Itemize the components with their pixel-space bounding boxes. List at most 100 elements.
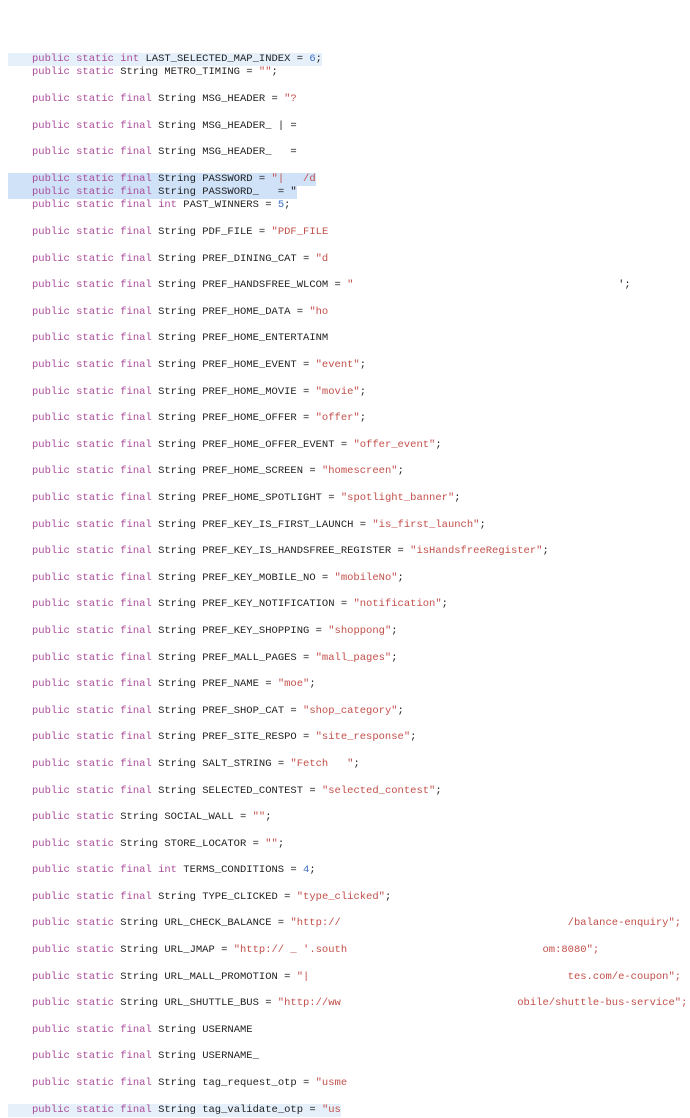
- type-keyword: int: [158, 199, 177, 211]
- keyword: final: [120, 864, 152, 876]
- semicolon: ;: [542, 545, 548, 557]
- keyword: public: [32, 492, 70, 504]
- code-line[interactable]: public static final String PREF_HOME_OFF…: [8, 412, 690, 425]
- code-line[interactable]: public static String URL_CHECK_BALANCE =…: [8, 917, 690, 930]
- code-line[interactable]: public static final String PREF_KEY_SHOP…: [8, 625, 690, 638]
- string-literal: "shoppong": [328, 625, 391, 637]
- keyword: static: [76, 811, 114, 823]
- code-line[interactable]: public static final int PAST_WINNERS = 5…: [8, 199, 690, 212]
- code-line[interactable]: public static final String PREF_HOME_DAT…: [8, 306, 690, 319]
- op: =: [335, 598, 354, 610]
- keyword: static: [76, 199, 114, 211]
- keyword: final: [120, 652, 152, 664]
- identifier: LAST_SELECTED_MAP_INDEX: [145, 53, 290, 65]
- identifier: tag_request_otp: [202, 1077, 297, 1089]
- code-line[interactable]: public static final String PREF_SITE_RES…: [8, 731, 690, 744]
- indent: [8, 465, 32, 478]
- code-line[interactable]: public static final String PREF_KEY_MOBI…: [8, 572, 690, 585]
- semicolon: ;: [360, 359, 366, 371]
- code-line[interactable]: public static final String tag_request_o…: [8, 1077, 690, 1090]
- code-line[interactable]: public static final String MSG_HEADER_ =: [8, 146, 690, 159]
- keyword: public: [32, 53, 70, 65]
- code-line[interactable]: public static final String SELECTED_CONT…: [8, 785, 690, 798]
- indent: [8, 386, 32, 399]
- code-line[interactable]: public static final String PREF_HANDSFRE…: [8, 279, 690, 292]
- keyword: final: [120, 279, 152, 291]
- code-line[interactable]: public static String URL_JMAP = "http://…: [8, 944, 690, 957]
- code-line[interactable]: public static final String PDF_FILE = "P…: [8, 226, 690, 239]
- keyword: static: [76, 545, 114, 557]
- string-literal-right: tes.com/e-coupon";: [568, 971, 681, 983]
- code-line[interactable]: public static final String PREF_MALL_PAG…: [8, 652, 690, 665]
- code-line[interactable]: public static final String TYPE_CLICKED …: [8, 891, 690, 904]
- keyword: final: [120, 678, 152, 690]
- keyword: static: [76, 306, 114, 318]
- keyword: public: [32, 519, 70, 531]
- keyword: public: [32, 1050, 70, 1062]
- code-line[interactable]: public static final String PREF_SHOP_CAT…: [8, 705, 690, 718]
- keyword: final: [120, 332, 152, 344]
- identifier: SOCIAL_WALL: [164, 811, 233, 823]
- keyword: static: [76, 652, 114, 664]
- type: String: [158, 705, 196, 717]
- code-line[interactable]: public static final String MSG_HEADER = …: [8, 93, 690, 106]
- keyword: static: [76, 598, 114, 610]
- code-line[interactable]: public static final String PREF_HOME_ENT…: [8, 332, 690, 345]
- type: String: [120, 917, 158, 929]
- keyword: public: [32, 253, 70, 265]
- keyword: public: [32, 386, 70, 398]
- keyword: static: [76, 864, 114, 876]
- op: =: [297, 386, 316, 398]
- identifier: PREF_HOME_SPOTLIGHT: [202, 492, 322, 504]
- keyword: static: [76, 572, 114, 584]
- indent: [8, 917, 32, 930]
- code-line[interactable]: public static final String PREF_HOME_MOV…: [8, 386, 690, 399]
- type: String: [120, 997, 158, 1009]
- code-line[interactable]: public static final String tag_validate_…: [8, 1104, 341, 1117]
- code-line[interactable]: public static final String PASSWORD = "|…: [8, 173, 316, 186]
- keyword: static: [76, 678, 114, 690]
- code-line[interactable]: public static String URL_SHUTTLE_BUS = "…: [8, 997, 690, 1010]
- op: =: [284, 705, 303, 717]
- code-line[interactable]: public static final String USERNAME: [8, 1024, 690, 1037]
- code-line[interactable]: public static final String PREF_HOME_SCR…: [8, 465, 690, 478]
- code-line[interactable]: public static String STORE_LOCATOR = "";: [8, 838, 690, 851]
- indent: [8, 226, 32, 239]
- trailing: ';: [353, 279, 630, 291]
- keyword: static: [76, 279, 114, 291]
- code-line[interactable]: public static final String SALT_STRING =…: [8, 758, 690, 771]
- op: =: [246, 838, 265, 850]
- code-line[interactable]: public static String SOCIAL_WALL = "";: [8, 811, 690, 824]
- code-line[interactable]: public static final String PREF_DINING_C…: [8, 253, 690, 266]
- code-line[interactable]: public static final String PREF_KEY_IS_F…: [8, 519, 690, 532]
- type: String: [158, 625, 196, 637]
- keyword: static: [76, 386, 114, 398]
- string-literal: "| /d: [272, 173, 316, 185]
- code-line[interactable]: public static final int TERMS_CONDITIONS…: [8, 864, 690, 877]
- code-line[interactable]: public static String URL_MALL_PROMOTION …: [8, 971, 690, 984]
- semicolon: ;: [309, 864, 315, 876]
- code-line[interactable]: public static final String PASSWORD_ = ": [8, 186, 297, 199]
- keyword: static: [76, 519, 114, 531]
- code-line[interactable]: public static int LAST_SELECTED_MAP_INDE…: [8, 53, 322, 66]
- code-line[interactable]: public static final String PREF_HOME_EVE…: [8, 359, 690, 372]
- code-line[interactable]: public static final String USERNAME_: [8, 1050, 690, 1063]
- code-line[interactable]: public static final String MSG_HEADER_ |…: [8, 120, 690, 133]
- keyword: final: [120, 598, 152, 610]
- semicolon: ;: [316, 53, 322, 65]
- code-line[interactable]: public static final String PREF_NAME = "…: [8, 678, 690, 691]
- code-line[interactable]: public static String METRO_TIMING = "";: [8, 66, 690, 79]
- code-line[interactable]: public static final String PREF_HOME_SPO…: [8, 492, 690, 505]
- code-line[interactable]: public static final String PREF_KEY_NOTI…: [8, 598, 690, 611]
- type: String: [158, 120, 196, 132]
- keyword: static: [76, 1024, 114, 1036]
- identifier: PREF_SHOP_CAT: [202, 705, 284, 717]
- code-line[interactable]: public static final String PREF_KEY_IS_H…: [8, 545, 690, 558]
- type: String: [158, 386, 196, 398]
- code-line[interactable]: public static final String PREF_HOME_OFF…: [8, 439, 690, 452]
- type: String: [158, 465, 196, 477]
- semicolon: ;: [398, 572, 404, 584]
- string-literal: "site_response": [316, 731, 411, 743]
- keyword: static: [76, 186, 114, 198]
- keyword: static: [76, 758, 114, 770]
